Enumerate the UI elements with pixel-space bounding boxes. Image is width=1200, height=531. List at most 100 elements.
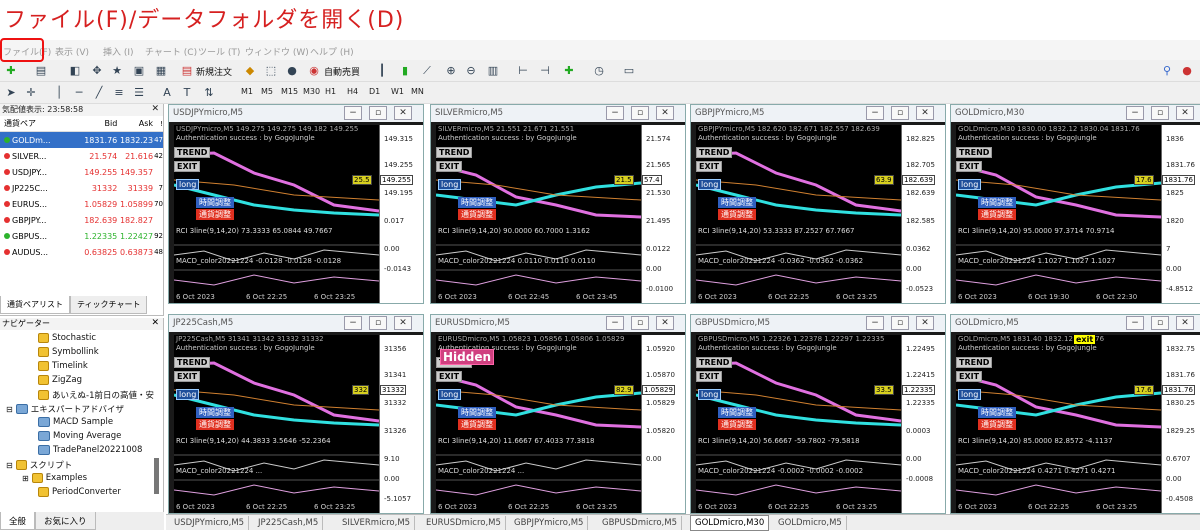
close-icon[interactable]: ✕ [394,106,412,120]
currency-adjust-button[interactable]: 通貨調整 [978,419,1016,430]
text-icon[interactable]: A [160,86,174,100]
chart-tab[interactable]: GOLDmicro,M30 [690,515,770,531]
periods-icon[interactable]: ◷ [592,64,606,78]
nav-item-macd-sample[interactable]: MACD Sample [38,417,113,427]
price-axis[interactable]: 182.825 182.705 182.639 182.585 0.0362 0.00 -0… [901,125,945,303]
market-watch-row[interactable]: EURUS... 1.05829 1.05899 70 [0,196,163,212]
menu-insert[interactable]: 挿入 (I) [103,45,134,58]
header-spread[interactable]: ! [153,120,163,128]
close-icon[interactable]: ✕ [656,316,674,330]
header-pair[interactable]: 通貨ペア [0,118,78,129]
line-chart-icon[interactable]: ⟋ [420,64,434,78]
globe-icon[interactable]: ● [285,64,299,78]
nav-item-moving-average[interactable]: Moving Average [38,431,121,441]
chart-titlebar[interactable]: GBPUSDmicro,M5 − ▫ ✕ [691,315,945,332]
navigator-icon[interactable]: ★ [110,64,124,78]
nav-item-stochastic[interactable]: Stochastic [38,333,96,343]
maximize-icon[interactable]: ▫ [631,106,649,120]
zoom-out-icon[interactable]: ⊖ [464,64,478,78]
tab-favorites[interactable]: お気に入り [35,512,96,530]
chart-titlebar[interactable]: GOLDmicro,M5 − ▫ ✕ [951,315,1200,332]
close-icon[interactable]: ✕ [656,106,674,120]
nav-item-periodconverter[interactable]: PeriodConverter [38,487,121,497]
nav-folder-experts[interactable]: ⊟ エキスパートアドバイザ [6,403,124,415]
chart-tab[interactable]: GBPUSDmicro,M5 [598,516,682,530]
close-icon[interactable]: ✕ [916,316,934,330]
notification-icon[interactable]: ● [1180,64,1194,78]
price-axis[interactable]: 1.22495 1.22415 1.22335 0.0003 0.00 -0.0008 1… [901,335,945,513]
templates-icon[interactable]: ▭ [622,64,636,78]
chart-window[interactable]: USDJPYmicro,M5 − ▫ ✕ USDJPYmicro,M5 149.… [168,104,424,304]
search-icon[interactable]: ⚲ [1160,64,1174,78]
minimize-icon[interactable]: − [1126,316,1144,330]
chart-tab[interactable]: GBPJPYmicro,M5 [510,516,589,530]
chart-plot[interactable]: GOLDmicro,M5 1831.40 1832.12 1831.76 Aut… [955,335,1162,513]
menu-chart[interactable]: チャート (C) [145,45,197,58]
nav-folder-scripts[interactable]: ⊟ スクリプト [6,459,72,471]
chart-tab[interactable]: EURUSDmicro,M5 [422,516,506,530]
chart-titlebar[interactable]: GOLDmicro,M30 − ▫ ✕ [951,105,1200,122]
nav-item-zigzag[interactable]: ZigZag [38,375,82,385]
nav-item-tradepanel[interactable]: TradePanel20221008 [38,445,142,455]
market-watch-row[interactable]: GBPUS... 1.22335 1.22427 92 [0,228,163,244]
menu-help[interactable]: ヘルプ (H) [310,45,354,58]
collapse-icon[interactable]: ⊟ [6,461,13,470]
crosshair-icon[interactable]: ✛ [24,86,38,100]
arrows-icon[interactable]: ⇅ [202,86,216,100]
candle-chart-icon[interactable]: ▮ [398,64,412,78]
zoom-in-icon[interactable]: ⊕ [444,64,458,78]
tf-w1[interactable]: W1 [391,87,404,96]
chart-window[interactable]: JP225Cash,M5 − ▫ ✕ JP225Cash,M5 31341 31… [168,314,424,514]
minimize-icon[interactable]: − [606,316,624,330]
chart-plot[interactable]: JP225Cash,M5 31341 31342 31332 31332 Aut… [173,335,380,513]
auto-trade-icon[interactable]: ◉ [307,64,321,78]
chart-window[interactable]: GBPUSDmicro,M5 − ▫ ✕ GBPUSDmicro,M5 1.22… [690,314,946,514]
price-axis[interactable]: 31356 31341 31332 31326 9.10 0.00 -5.1057 3133… [379,335,423,513]
currency-adjust-button[interactable]: 通貨調整 [718,419,756,430]
currency-adjust-button[interactable]: 通貨調整 [196,209,234,220]
close-icon[interactable]: ✕ [1176,106,1194,120]
indicators-icon[interactable]: ✚ [562,64,576,78]
chart-window[interactable]: GOLDmicro,M30 − ▫ ✕ GOLDmicro,M30 1830.0… [950,104,1200,304]
close-icon[interactable]: ✕ [1176,316,1194,330]
currency-adjust-button[interactable]: 通貨調整 [718,209,756,220]
close-icon[interactable]: ✕ [916,106,934,120]
chart-titlebar[interactable]: EURUSDmicro,M5 − ▫ ✕ [431,315,685,332]
chart-titlebar[interactable]: GBPJPYmicro,M5 − ▫ ✕ [691,105,945,122]
new-chart-icon[interactable]: ✚ [4,64,18,78]
nav-item-symbollink[interactable]: Symbollink [38,347,99,357]
minimize-icon[interactable]: − [866,106,884,120]
maximize-icon[interactable]: ▫ [891,316,909,330]
maximize-icon[interactable]: ▫ [891,106,909,120]
price-axis[interactable]: 1836 1831.76 1825 1820 7 0.00 -4.8512 1831.76 [1161,125,1200,303]
currency-adjust-button[interactable]: 通貨調整 [458,419,496,430]
maximize-icon[interactable]: ▫ [369,316,387,330]
tf-d1[interactable]: D1 [369,87,380,96]
chart-plot[interactable]: USDJPYmicro,M5 149.275 149.275 149.182 1… [173,125,380,303]
strategy-tester-icon[interactable]: ▦ [154,64,168,78]
maximize-icon[interactable]: ▫ [1151,106,1169,120]
time-adjust-button[interactable]: 時間調整 [718,407,756,418]
minimize-icon[interactable]: − [606,106,624,120]
time-adjust-button[interactable]: 時間調整 [196,197,234,208]
autoscroll-icon[interactable]: ⊣ [538,64,552,78]
currency-adjust-button[interactable]: 通貨調整 [458,209,496,220]
price-axis[interactable]: 1.05920 1.05870 1.05829 1.05820 0.00 1.05829 [641,335,685,513]
price-axis[interactable]: 1832.75 1831.76 1830.25 1829.25 0.6707 0.00 -0… [1161,335,1200,513]
chart-shift-icon[interactable]: ⊢ [516,64,530,78]
price-axis[interactable]: 21.574 21.565 21.530 21.495 0.0122 0.00 -0.010… [641,125,685,303]
collapse-icon[interactable]: ⊟ [6,405,13,414]
expand-icon[interactable]: ⊞ [22,474,29,483]
vertical-line-icon[interactable]: │ [52,86,66,100]
time-adjust-button[interactable]: 時間調整 [196,407,234,418]
currency-adjust-button[interactable]: 通貨調整 [196,419,234,430]
time-adjust-button[interactable]: 時間調整 [718,197,756,208]
market-watch-row[interactable]: JP225C... 31332 31339 7 [0,180,163,196]
maximize-icon[interactable]: ▫ [1151,316,1169,330]
menu-tools[interactable]: ツール (T) [198,45,240,58]
market-watch-row[interactable]: USDJPY... 149.255 149.357 [0,164,163,180]
minimize-icon[interactable]: − [1126,106,1144,120]
tf-m30[interactable]: M30 [303,87,320,96]
maximize-icon[interactable]: ▫ [631,316,649,330]
menu-view[interactable]: 表示 (V) [55,45,89,58]
